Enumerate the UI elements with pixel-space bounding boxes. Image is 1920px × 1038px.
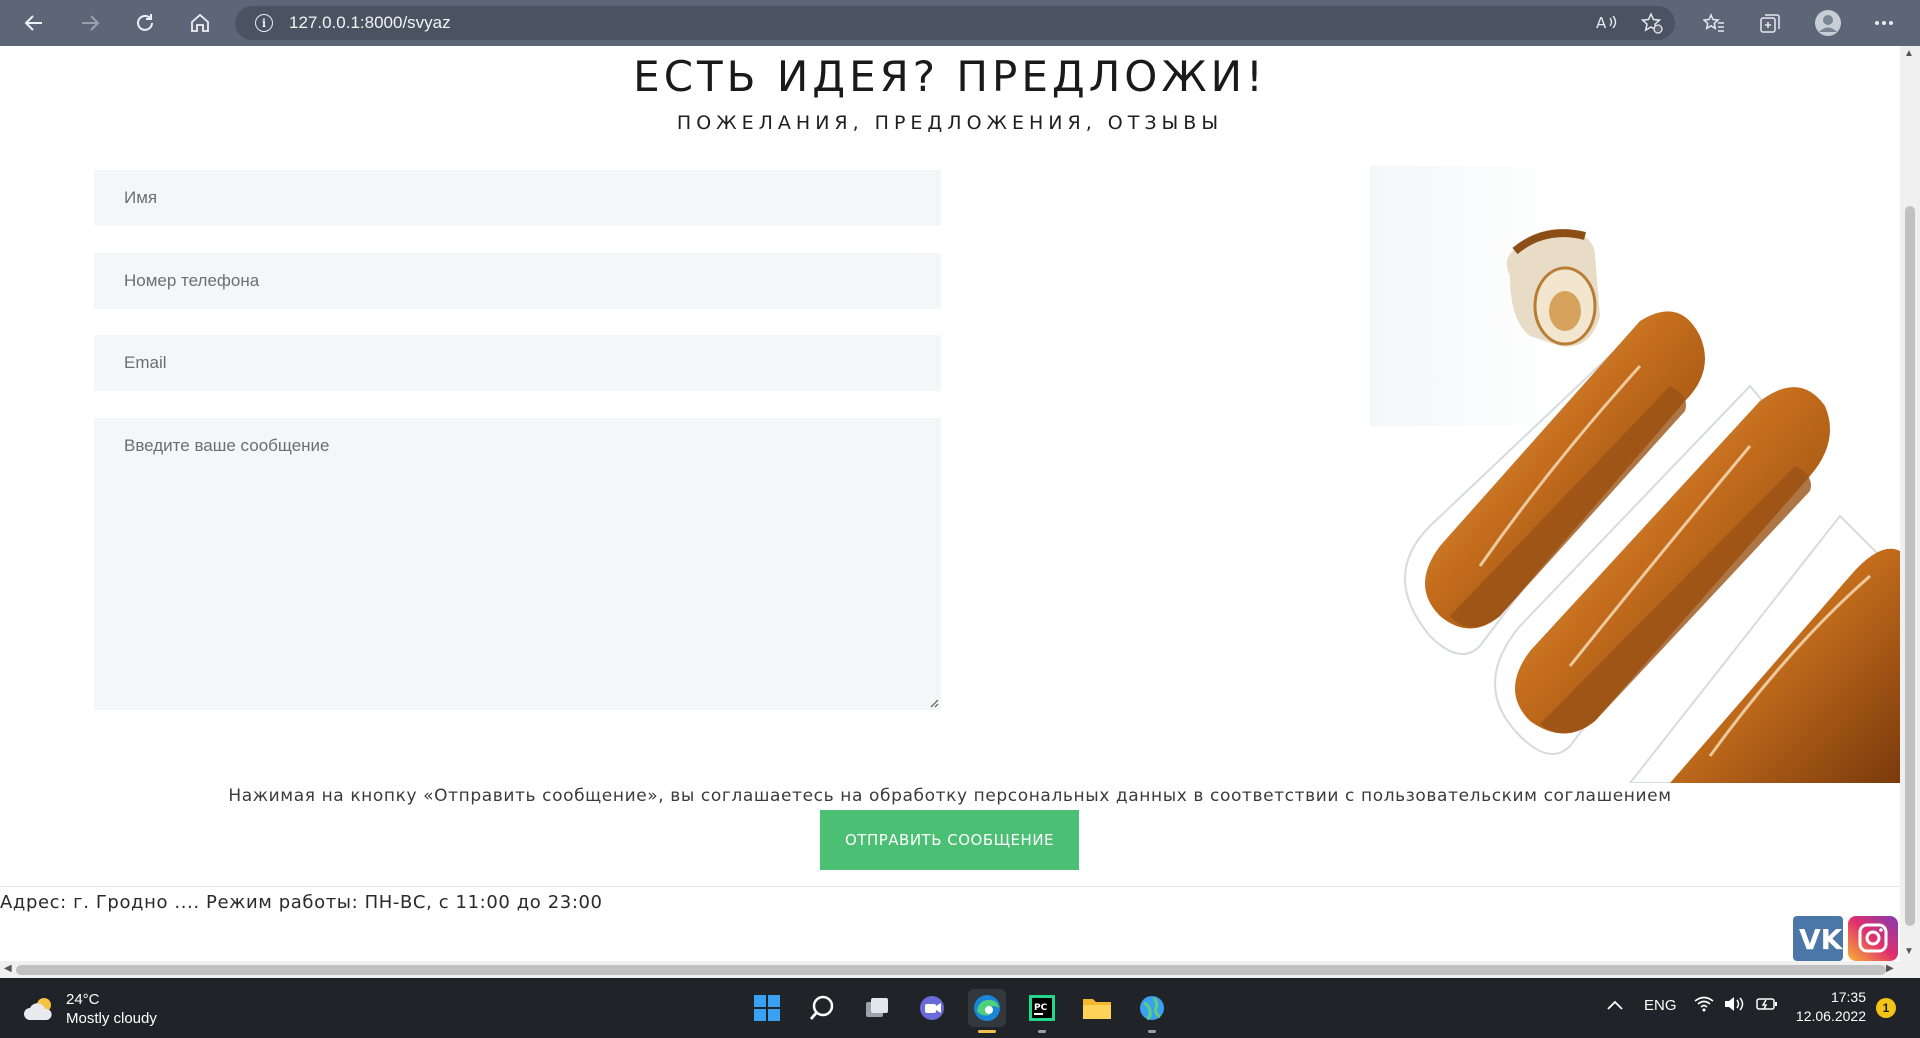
battery-icon[interactable] [1756,996,1778,1016]
scrollbar-corner [1900,961,1920,978]
collections-icon[interactable] [1752,8,1788,38]
language-indicator[interactable]: ENG [1644,997,1677,1014]
page-title: ЕСТЬ ИДЕЯ? ПРЕДЛОЖИ! [633,52,1267,101]
horizontal-scrollbar[interactable]: ◀ ▶ [0,961,1900,978]
site-info-icon[interactable]: i [255,14,273,32]
consent-text: Нажимая на кнопку «Отправить сообщение»,… [228,786,1672,806]
send-message-button[interactable]: ОТПРАВИТЬ СООБЩЕНИЕ [820,810,1079,870]
windows-taskbar: 24°C Mostly cloudy PC ENG 17:35 12.06.20… [0,978,1920,1038]
name-placeholder: Имя [124,188,158,207]
phone-placeholder: Номер телефона [124,271,260,290]
start-icon[interactable] [748,989,786,1027]
edge-icon[interactable] [968,989,1006,1027]
system-clock[interactable]: 17:35 12.06.2022 [1790,988,1866,1026]
cloudy-weather-icon [24,998,52,1020]
message-placeholder: Введите ваше сообщение [124,436,330,455]
horizontal-scroll-thumb[interactable] [16,965,1886,975]
add-favorite-icon[interactable] [1634,8,1670,38]
back-icon[interactable] [16,8,52,38]
edge-active-indicator [978,1030,996,1033]
instagram-icon[interactable] [1848,916,1898,961]
task-view-icon[interactable] [858,989,896,1027]
footer-address: Адрес: г. Гродно .... Режим работы: ПН-В… [0,892,603,913]
favorites-icon[interactable] [1696,8,1732,38]
svg-text:PC: PC [1034,1003,1048,1013]
notification-badge[interactable]: 1 [1876,998,1896,1018]
pycharm-running-indicator [1038,1030,1046,1033]
clock-time: 17:35 [1830,989,1866,1005]
address-bar[interactable]: i 127.0.0.1:8000/svyaz [235,6,1675,40]
page-viewport: ЕСТЬ ИДЕЯ? ПРЕДЛОЖИ! ПОЖЕЛАНИЯ, ПРЕДЛОЖЕ… [0,46,1900,961]
reload-icon[interactable] [127,8,163,38]
vk-icon[interactable]: VK [1793,916,1844,961]
search-icon[interactable] [803,989,841,1027]
chevron-up-icon[interactable] [1606,998,1624,1015]
teams-chat-icon[interactable] [913,989,951,1027]
name-input[interactable]: Имя [94,170,941,226]
clock-date: 12.06.2022 [1795,1008,1866,1024]
read-aloud-icon[interactable]: A [1588,8,1624,38]
resize-handle-icon[interactable] [929,698,939,708]
scroll-up-icon[interactable]: ▲ [1904,48,1914,59]
weather-widget[interactable]: 24°C Mostly cloudy [24,990,157,1028]
volume-icon[interactable] [1724,996,1746,1016]
home-icon[interactable] [182,8,218,38]
weather-temperature: 24°C [66,991,100,1008]
svg-text:VK: VK [1799,923,1843,956]
footer-divider [0,886,1900,887]
weather-description: Mostly cloudy [66,1010,157,1027]
vertical-scrollbar[interactable]: ▲ ▼ [1900,46,1920,961]
forward-icon[interactable] [72,8,108,38]
world-app-running-indicator [1148,1030,1156,1033]
eclair-image [1370,146,1900,783]
file-explorer-icon[interactable] [1078,989,1116,1027]
browser-toolbar: i 127.0.0.1:8000/svyaz A [0,0,1920,46]
more-menu-icon[interactable] [1866,8,1902,38]
page-subtitle: ПОЖЕЛАНИЯ, ПРЕДЛОЖЕНИЯ, ОТЗЫВЫ [676,112,1224,134]
vertical-scroll-thumb[interactable] [1905,206,1915,926]
scroll-right-icon[interactable]: ▶ [1886,963,1894,974]
email-input[interactable]: Email [94,335,941,391]
pycharm-icon[interactable]: PC [1023,989,1061,1027]
scroll-down-icon[interactable]: ▼ [1904,946,1914,957]
email-placeholder: Email [124,353,167,372]
message-textarea[interactable]: Введите ваше сообщение [94,418,941,710]
url-text: 127.0.0.1:8000/svyaz [289,13,451,32]
wifi-icon[interactable] [1694,996,1714,1016]
phone-input[interactable]: Номер телефона [94,253,941,309]
scroll-left-icon[interactable]: ◀ [4,963,12,974]
profile-avatar-icon[interactable] [1810,8,1846,38]
svg-text:A: A [1596,14,1607,32]
world-app-icon[interactable] [1133,989,1171,1027]
